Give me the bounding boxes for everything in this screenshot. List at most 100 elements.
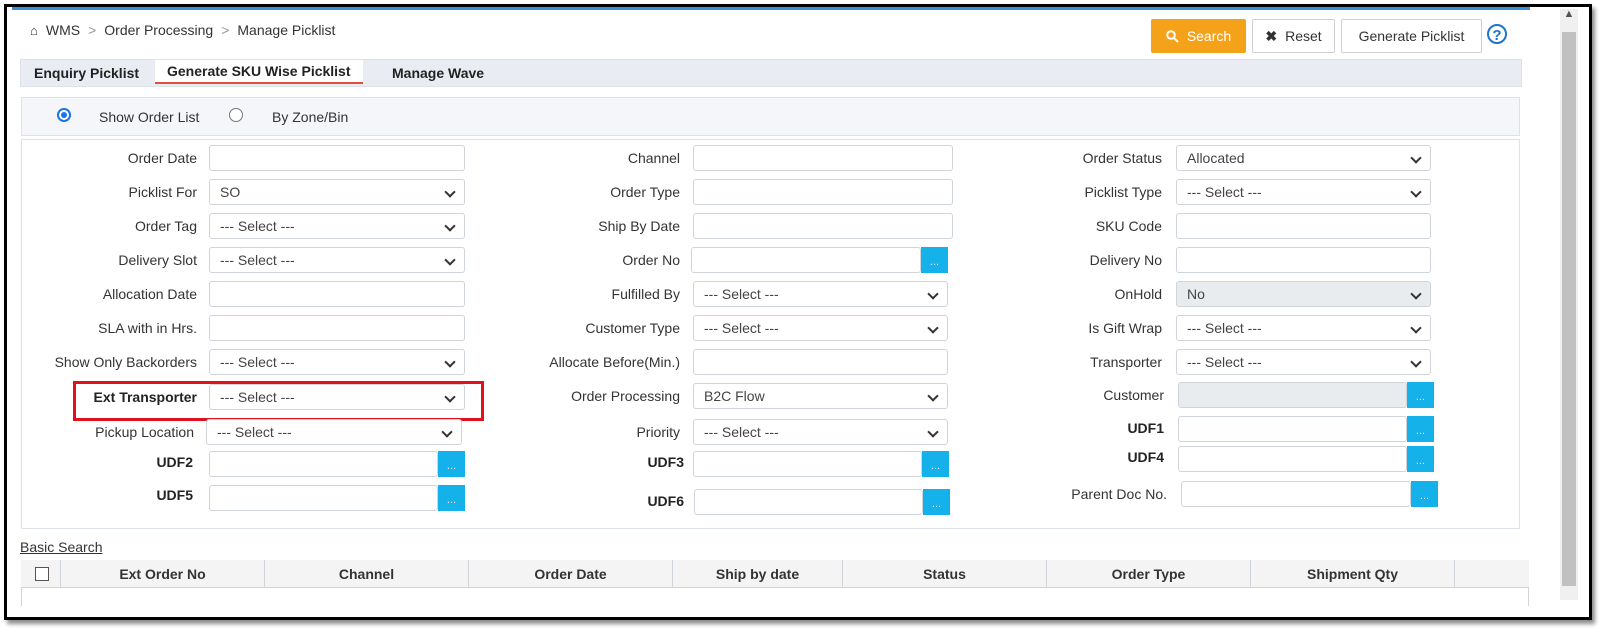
grid-header-order-type[interactable]: Order Type — [1047, 560, 1251, 588]
grid-header-shipment-qty[interactable]: Shipment Qty — [1251, 560, 1455, 588]
breadcrumb-order-processing[interactable]: Order Processing — [104, 22, 213, 38]
reset-button-label: Reset — [1285, 28, 1322, 44]
delivery-slot-label: Delivery Slot — [118, 252, 197, 268]
tab-enquiry-picklist[interactable]: Enquiry Picklist — [34, 64, 139, 88]
ship-by-date-input[interactable] — [693, 213, 953, 239]
udf1-lookup-button[interactable]: ... — [1407, 416, 1434, 442]
allocate-before-min-label: Allocate Before(Min.) — [549, 354, 680, 370]
grid-header-ext-order-no[interactable]: Ext Order No — [61, 560, 265, 588]
channel-input[interactable] — [693, 145, 953, 171]
order-type-label: Order Type — [610, 184, 680, 200]
delivery-no-label: Delivery No — [1089, 252, 1162, 268]
channel-label: Channel — [627, 150, 680, 166]
allocate-before-min-input[interactable] — [693, 349, 948, 375]
ext-transporter-select[interactable]: --- Select --- — [209, 384, 465, 410]
grid-header-status[interactable]: Status — [843, 560, 1047, 588]
select-all-checkbox[interactable] — [35, 567, 49, 581]
grid-header-order-date[interactable]: Order Date — [469, 560, 673, 588]
onhold-label: OnHold — [1114, 286, 1162, 302]
ship-by-date-label: Ship By Date — [598, 218, 680, 234]
picklist-type-label: Picklist Type — [1084, 184, 1162, 200]
udf6-lookup-button[interactable]: ... — [923, 489, 950, 515]
show-only-backorders-select[interactable]: --- Select --- — [209, 349, 465, 375]
tab-manage-wave[interactable]: Manage Wave — [392, 64, 484, 88]
udf4-input[interactable] — [1178, 446, 1407, 472]
order-tag-label: Order Tag — [135, 218, 197, 234]
pickup-location-select[interactable]: --- Select --- — [206, 419, 462, 445]
pickup-location-label: Pickup Location — [95, 424, 194, 440]
radio-by-zone-bin[interactable] — [229, 108, 243, 122]
picklist-for-label: Picklist For — [128, 184, 197, 200]
basic-search-link[interactable]: Basic Search — [20, 539, 102, 555]
mode-selector-bar — [21, 97, 1520, 136]
order-no-lookup-button[interactable]: ... — [921, 247, 948, 273]
priority-select[interactable]: --- Select --- — [693, 419, 948, 445]
fulfilled-by-select[interactable]: --- Select --- — [693, 281, 948, 307]
udf5-input[interactable] — [209, 485, 438, 511]
customer-label: Customer — [1103, 387, 1164, 403]
radio-by-zone-bin-label: By Zone/Bin — [272, 109, 349, 125]
home-icon[interactable]: ⌂ — [30, 23, 38, 38]
order-tag-select[interactable]: --- Select --- — [209, 213, 465, 239]
udf6-label: UDF6 — [647, 493, 684, 509]
radio-show-order-list[interactable] — [57, 108, 71, 122]
delivery-slot-select[interactable]: --- Select --- — [209, 247, 465, 273]
parent-doc-no-label: Parent Doc No. — [1071, 486, 1167, 502]
help-icon[interactable]: ? — [1487, 24, 1507, 44]
customer-type-select[interactable]: --- Select --- — [693, 315, 948, 341]
onhold-select[interactable]: No — [1176, 281, 1431, 307]
parent-doc-no-lookup-button[interactable]: ... — [1411, 481, 1438, 507]
grid-header-ship-by-date[interactable]: Ship by date — [673, 560, 843, 588]
is-gift-wrap-select[interactable]: --- Select --- — [1176, 315, 1431, 341]
delivery-no-input[interactable] — [1176, 247, 1431, 273]
show-only-backorders-label: Show Only Backorders — [54, 354, 197, 370]
udf4-lookup-button[interactable]: ... — [1407, 446, 1434, 472]
sla-with-in-hrs-input[interactable] — [209, 315, 465, 341]
grid-header-channel[interactable]: Channel — [265, 560, 469, 588]
udf5-lookup-button[interactable]: ... — [438, 485, 465, 511]
udf1-input[interactable] — [1178, 416, 1407, 442]
transporter-select[interactable]: --- Select --- — [1176, 349, 1431, 375]
parent-doc-no-input[interactable] — [1181, 481, 1411, 507]
order-no-input[interactable] — [691, 247, 921, 273]
order-no-label: Order No — [622, 252, 680, 268]
scroll-up-arrow-icon[interactable]: ▲ — [1562, 6, 1576, 22]
sku-code-label: SKU Code — [1095, 218, 1162, 234]
udf2-input[interactable] — [209, 451, 438, 477]
scrollbar-thumb[interactable] — [1562, 32, 1576, 586]
customer-lookup-button[interactable]: ... — [1407, 382, 1434, 408]
allocation-date-input[interactable] — [209, 281, 465, 307]
breadcrumb-manage-picklist: Manage Picklist — [237, 22, 336, 38]
order-status-label: Order Status — [1082, 150, 1162, 166]
reset-button[interactable]: ✖ Reset — [1252, 19, 1335, 53]
udf6-input[interactable] — [694, 489, 923, 515]
udf3-label: UDF3 — [647, 454, 684, 470]
udf2-lookup-button[interactable]: ... — [438, 451, 465, 477]
breadcrumb-separator: > — [221, 22, 230, 38]
sla-with-in-hrs-label: SLA with in Hrs. — [98, 320, 197, 336]
generate-picklist-button[interactable]: Generate Picklist — [1341, 19, 1482, 53]
breadcrumb: ⌂ WMS > Order Processing > Manage Pickli… — [30, 22, 335, 38]
fulfilled-by-label: Fulfilled By — [611, 286, 680, 302]
picklist-type-select[interactable]: --- Select --- — [1176, 179, 1431, 205]
order-type-input[interactable] — [693, 179, 953, 205]
udf3-lookup-button[interactable]: ... — [922, 451, 949, 477]
ext-transporter-label: Ext Transporter — [93, 389, 197, 405]
order-processing-select[interactable]: B2C Flow — [693, 383, 948, 409]
customer-type-label: Customer Type — [585, 320, 680, 336]
radio-show-order-list-label: Show Order List — [99, 109, 200, 125]
breadcrumb-wms[interactable]: WMS — [46, 22, 80, 38]
priority-label: Priority — [636, 424, 680, 440]
sku-code-input[interactable] — [1176, 213, 1431, 239]
order-date-input[interactable] — [209, 145, 465, 171]
search-button[interactable]: Search — [1151, 19, 1246, 53]
close-icon: ✖ — [1265, 27, 1278, 44]
customer-input[interactable] — [1178, 382, 1407, 408]
picklist-for-select[interactable]: SO — [209, 179, 465, 205]
tab-generate-sku-wise-picklist[interactable]: Generate SKU Wise Picklist — [155, 60, 363, 84]
is-gift-wrap-label: Is Gift Wrap — [1088, 320, 1162, 336]
allocation-date-label: Allocation Date — [102, 286, 197, 302]
udf3-input[interactable] — [693, 451, 922, 477]
breadcrumb-separator: > — [88, 22, 97, 38]
order-status-select[interactable]: Allocated — [1176, 145, 1431, 171]
